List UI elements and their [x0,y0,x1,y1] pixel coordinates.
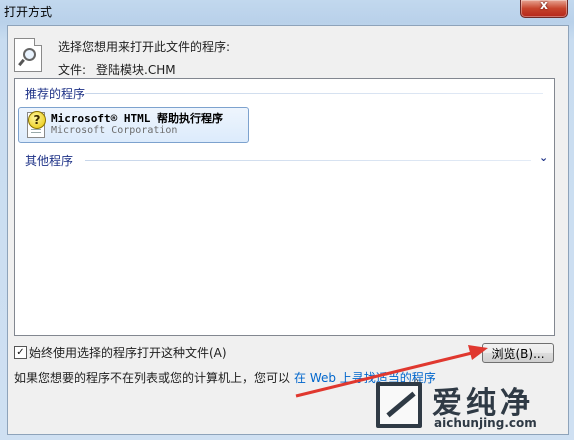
program-item-html-help[interactable]: ? Microsoft® HTML 帮助执行程序 Microsoft Corpo… [18,107,249,143]
help-document-icon: ? [24,110,46,138]
dialog-body: 选择您想用来打开此文件的程序: 文件: 登陆模块.CHM 推荐的程序 ? Mic… [7,25,569,435]
recommended-programs-header[interactable]: 推荐的程序 [25,85,85,102]
open-with-dialog: 打开方式 x 选择您想用来打开此文件的程序: 文件: 登陆模块.CHM 推荐的程… [0,0,574,440]
group-divider [85,93,543,94]
brand-logo-icon [376,382,422,428]
prompt-text: 选择您想用来打开此文件的程序: [58,40,231,54]
close-button[interactable]: x [520,0,568,18]
program-company: Microsoft Corporation [51,125,178,136]
title-bar[interactable]: 打开方式 x [0,0,574,24]
program-name: Microsoft® HTML 帮助执行程序 [51,112,223,125]
close-icon: x [540,0,548,12]
browse-button[interactable]: 浏览(B)... [482,343,554,363]
file-search-icon [14,38,42,72]
other-programs-header[interactable]: 其他程序 [25,152,73,169]
always-use-label[interactable]: 始终使用选择的程序打开这种文件(A) [29,344,227,361]
file-name: 登陆模块.CHM [96,63,176,77]
watermark: 爱纯净 aichunjing.com [376,376,568,436]
program-list[interactable]: 推荐的程序 ? Microsoft® HTML 帮助执行程序 Microsoft… [14,78,555,336]
footer-text: 如果您想要的程序不在列表或您的计算机上，您可以 [14,371,291,385]
always-use-checkbox[interactable]: ✓ [14,346,27,359]
chevron-down-icon[interactable]: ⌄ [539,151,548,164]
watermark-url: aichunjing.com [434,416,537,430]
window-title: 打开方式 [4,5,53,19]
group-divider [85,160,531,161]
file-label: 文件: [58,63,87,77]
